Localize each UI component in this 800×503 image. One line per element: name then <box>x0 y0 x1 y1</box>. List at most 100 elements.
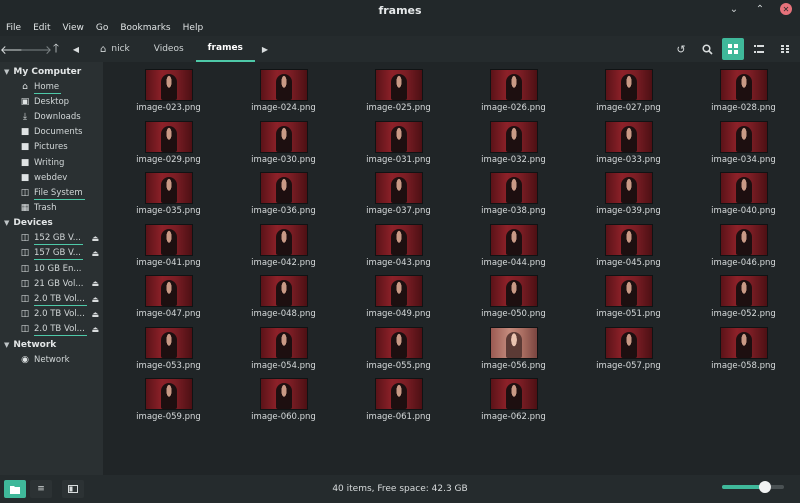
section-my-computer[interactable]: ▼ My Computer <box>0 64 103 79</box>
file-item[interactable]: image-039.png <box>571 173 686 225</box>
file-item[interactable]: image-056.png <box>456 327 571 380</box>
thumbnail-figure <box>160 228 177 255</box>
file-item[interactable]: image-062.png <box>456 379 571 431</box>
file-item[interactable]: image-037.png <box>341 173 456 225</box>
sidebar-item-downloads[interactable]: ⤓ Downloads <box>0 109 103 124</box>
file-item[interactable]: image-042.png <box>226 224 341 277</box>
compact-view-icon[interactable] <box>774 38 796 60</box>
zoom-slider[interactable] <box>722 481 784 493</box>
file-item[interactable]: image-054.png <box>226 327 341 380</box>
file-item[interactable]: image-030.png <box>226 121 341 174</box>
icon-view-icon[interactable] <box>722 38 744 60</box>
sidebar-item-home[interactable]: ⌂ Home <box>0 79 103 94</box>
file-item[interactable]: image-053.png <box>111 327 226 380</box>
forward-arrow-icon[interactable]: 🡒 <box>20 39 52 59</box>
eject-icon[interactable]: ⏏ <box>91 325 99 334</box>
file-item[interactable]: image-034.png <box>686 121 800 174</box>
image-thumbnail <box>375 276 422 306</box>
file-item[interactable]: image-058.png <box>686 327 800 380</box>
file-item[interactable]: image-046.png <box>686 224 800 277</box>
file-item[interactable]: image-026.png <box>456 70 571 122</box>
sidebar-item-device[interactable]: ◫ 2.0 TB Vol... ⏏ <box>0 291 103 307</box>
file-item[interactable]: image-043.png <box>341 224 456 277</box>
menu-view[interactable]: View <box>63 23 84 33</box>
file-item[interactable]: image-048.png <box>226 276 341 328</box>
file-item[interactable]: image-049.png <box>341 276 456 328</box>
file-name: image-060.png <box>251 412 316 422</box>
menu-edit[interactable]: Edit <box>33 23 50 33</box>
file-item[interactable]: image-033.png <box>571 121 686 174</box>
file-item[interactable]: image-044.png <box>456 224 571 277</box>
sidebar-item-device[interactable]: ◫ 21 GB Vol... ⏏ <box>0 276 103 291</box>
section-devices[interactable]: ▼ Devices <box>0 216 103 231</box>
file-item[interactable]: image-045.png <box>571 224 686 277</box>
sidebar-item-label: webdev <box>34 172 68 183</box>
file-item[interactable]: image-029.png <box>111 121 226 174</box>
menu-bookmarks[interactable]: Bookmarks <box>120 23 170 33</box>
menu-go[interactable]: Go <box>96 23 108 33</box>
eject-icon[interactable]: ⏏ <box>91 310 99 319</box>
file-item[interactable]: image-060.png <box>226 379 341 431</box>
file-item[interactable]: image-023.png <box>111 70 226 122</box>
file-item[interactable]: image-050.png <box>456 276 571 328</box>
sidebar-item-file-system[interactable]: ◫ File System <box>0 185 103 200</box>
menu-help[interactable]: Help <box>183 23 204 33</box>
file-item[interactable]: image-051.png <box>571 276 686 328</box>
file-item[interactable]: image-035.png <box>111 173 226 225</box>
thumbnail-figure <box>620 331 637 358</box>
toggle-location-icon[interactable]: ↺ <box>670 38 692 60</box>
sidebar-item-trash[interactable]: ▦ Trash <box>0 201 103 216</box>
sidebar-item-device[interactable]: ◫ 152 GB V... ⏏ <box>0 231 103 246</box>
file-item[interactable]: image-025.png <box>341 70 456 122</box>
sidebar-item-device[interactable]: ◫ 10 GB En... <box>0 261 103 276</box>
list-view-icon[interactable] <box>748 38 770 60</box>
file-item[interactable]: image-041.png <box>111 224 226 277</box>
section-network[interactable]: ▼ Network <box>0 337 103 352</box>
sidebar-item-device[interactable]: ◫ 2.0 TB Vol... ⏏ <box>0 322 103 337</box>
eject-icon[interactable]: ⏏ <box>91 279 99 288</box>
sidebar-item-label: 21 GB Vol... <box>34 278 84 289</box>
sidebar-item-network[interactable]: ◉ Network <box>0 352 103 367</box>
file-item[interactable]: image-059.png <box>111 379 226 431</box>
file-item[interactable]: image-047.png <box>111 276 226 328</box>
eject-icon[interactable]: ⏏ <box>91 249 99 258</box>
sidebar-item-device[interactable]: ◫ 2.0 TB Vol... ⏏ <box>0 307 103 322</box>
eject-icon[interactable]: ⏏ <box>91 234 99 243</box>
file-item[interactable]: image-036.png <box>226 173 341 225</box>
file-item[interactable]: image-028.png <box>686 70 800 122</box>
thumbnail-figure <box>505 280 522 306</box>
sidebar-item-pictures[interactable]: ■ Pictures <box>0 140 103 155</box>
menu-file[interactable]: File <box>6 23 21 33</box>
file-view[interactable]: image-023.png image-024.png image-025.png i… <box>103 62 800 475</box>
sidebar-item-device[interactable]: ◫ 157 GB V... ⏏ <box>0 246 103 261</box>
breadcrumb-right-icon[interactable]: ▶ <box>255 39 275 59</box>
eject-icon[interactable]: ⏏ <box>91 295 99 304</box>
file-item[interactable]: image-055.png <box>341 327 456 380</box>
sidebar-item-label: Writing <box>34 157 65 168</box>
file-item[interactable]: image-031.png <box>341 121 456 174</box>
file-item[interactable]: image-038.png <box>456 173 571 225</box>
sidebar-item-desktop[interactable]: ▣ Desktop <box>0 94 103 109</box>
minimize-icon[interactable]: ⌄ <box>728 3 740 15</box>
file-item[interactable]: image-027.png <box>571 70 686 122</box>
file-name: image-026.png <box>481 103 546 113</box>
up-arrow-icon[interactable]: 🡑 <box>46 39 66 59</box>
search-icon[interactable] <box>696 38 718 60</box>
sidebar-item-webdev[interactable]: ■ webdev <box>0 170 103 185</box>
image-thumbnail <box>720 173 767 203</box>
breadcrumb-frames[interactable]: frames <box>195 36 255 62</box>
file-item[interactable]: image-032.png <box>456 121 571 174</box>
close-icon[interactable]: ✕ <box>780 3 792 15</box>
sidebar-item-documents[interactable]: ■ Documents <box>0 125 103 140</box>
breadcrumb-left-icon[interactable]: ◀ <box>66 39 86 59</box>
file-item[interactable]: image-040.png <box>686 173 800 225</box>
breadcrumb-videos[interactable]: Videos <box>142 36 196 62</box>
breadcrumb-home[interactable]: ⌂ nick <box>88 36 142 62</box>
drive-icon: ◫ <box>20 248 30 259</box>
file-item[interactable]: image-057.png <box>571 327 686 380</box>
file-item[interactable]: image-061.png <box>341 379 456 431</box>
sidebar-item-writing[interactable]: ■ Writing <box>0 155 103 170</box>
maximize-icon[interactable]: ⌃ <box>754 3 766 15</box>
file-item[interactable]: image-052.png <box>686 276 800 328</box>
file-item[interactable]: image-024.png <box>226 70 341 122</box>
